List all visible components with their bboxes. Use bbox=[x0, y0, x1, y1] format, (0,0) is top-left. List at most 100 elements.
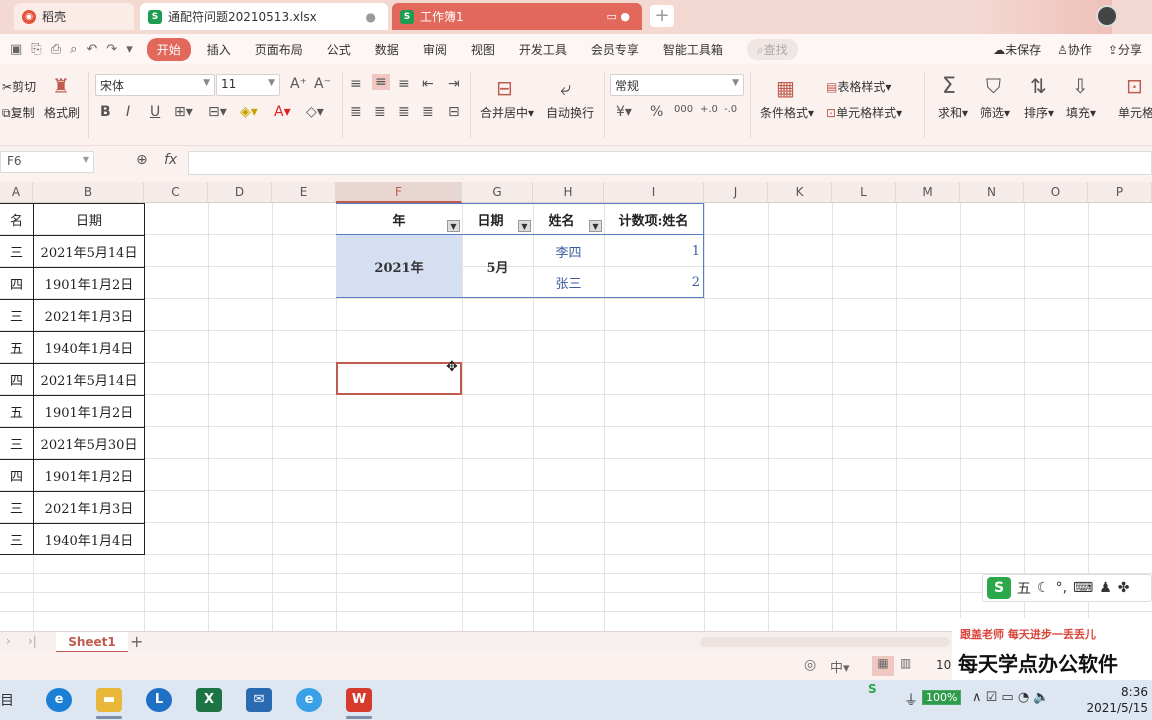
table-cell-b[interactable]: 1901年1月2日 bbox=[33, 459, 145, 492]
distribute-icon[interactable]: ⊟ bbox=[448, 104, 460, 120]
filter-icon[interactable]: ▼ bbox=[447, 220, 460, 232]
table-cell-b[interactable]: 2021年5月30日 bbox=[33, 427, 145, 460]
table-cell-a[interactable]: 四 bbox=[0, 363, 34, 396]
merge-icon[interactable]: ⊟ bbox=[496, 76, 513, 100]
align-center-icon[interactable]: ≣ bbox=[374, 104, 386, 120]
fill-button[interactable]: 填充▾ bbox=[1066, 104, 1096, 121]
table-cell-b[interactable]: 1901年1月2日 bbox=[33, 395, 145, 428]
column-header-a[interactable]: A bbox=[0, 182, 33, 203]
pivot-month-cell[interactable]: 5月 bbox=[462, 235, 533, 298]
file-explorer-icon[interactable]: ▬ bbox=[96, 688, 122, 712]
column-header-n[interactable]: N bbox=[960, 182, 1024, 203]
punctuation-icon[interactable]: °, bbox=[1056, 580, 1067, 596]
wrap-button[interactable]: 自动换行 bbox=[546, 104, 594, 121]
sum-button[interactable]: 求和▾ bbox=[938, 104, 968, 121]
cut-button[interactable]: ✂剪切 bbox=[2, 78, 36, 95]
tab-daoke[interactable]: ◉ 稻壳 bbox=[14, 3, 134, 30]
sogou-icon[interactable]: S bbox=[987, 577, 1011, 599]
table-cell-a[interactable]: 三 bbox=[0, 235, 34, 268]
more-icon[interactable]: ▾ bbox=[126, 42, 133, 57]
table-cell-b[interactable]: 2021年5月14日 bbox=[33, 235, 145, 268]
sort-icon[interactable]: ⇅ bbox=[1030, 74, 1047, 98]
tab-workbook[interactable]: S 工作簿1 ▭ ● bbox=[392, 3, 642, 30]
zoom-icon[interactable]: ⊕ bbox=[136, 152, 148, 168]
sogou-tray-icon[interactable]: S bbox=[868, 682, 877, 696]
table-cell-a[interactable]: 五 bbox=[0, 395, 34, 428]
column-header-o[interactable]: O bbox=[1024, 182, 1088, 203]
unsaved-button[interactable]: ☁未保存 bbox=[993, 41, 1041, 58]
pivot-count-cell[interactable]: 1 bbox=[604, 235, 704, 267]
align-middle-icon[interactable]: ≡ bbox=[372, 74, 390, 90]
number-format-select[interactable]: 常规 ▼ bbox=[610, 74, 744, 96]
column-header-f[interactable]: F bbox=[336, 182, 462, 203]
column-header-b[interactable]: B bbox=[33, 182, 144, 203]
window-icon[interactable]: ▭ ● bbox=[607, 10, 631, 23]
share-button[interactable]: ⇪分享 bbox=[1108, 41, 1142, 58]
menu-review[interactable]: 审阅 bbox=[423, 41, 447, 58]
table-cell-b[interactable]: 2021年1月3日 bbox=[33, 491, 145, 524]
cond-format-button[interactable]: 条件格式▾ bbox=[760, 104, 814, 121]
battery-indicator[interactable]: 100% bbox=[922, 690, 962, 705]
menu-data[interactable]: 数据 bbox=[375, 41, 399, 58]
shrink-font-icon[interactable]: A⁻ bbox=[314, 76, 331, 92]
table-cell-b[interactable]: 2021年5月14日 bbox=[33, 363, 145, 396]
tab-file[interactable]: S 通配符问题20210513.xlsx ● bbox=[140, 3, 388, 30]
eye-icon[interactable]: ◎ bbox=[804, 657, 816, 673]
pivot-count-cell[interactable]: 2 bbox=[604, 267, 704, 298]
column-header-j[interactable]: J bbox=[704, 182, 768, 203]
table-cell-a[interactable]: 三 bbox=[0, 299, 34, 332]
normal-view-icon[interactable]: ▦ bbox=[872, 656, 894, 676]
avatar[interactable] bbox=[1096, 5, 1118, 27]
table-cell-b[interactable]: 2021年1月3日 bbox=[33, 299, 145, 332]
column-header-d[interactable]: D bbox=[208, 182, 272, 203]
table-cell-b[interactable]: 1940年1月4日 bbox=[33, 523, 145, 555]
collaborate-button[interactable]: ♙协作 bbox=[1057, 41, 1092, 58]
preview-icon[interactable]: ⌕ bbox=[70, 42, 77, 57]
pivot-header-year[interactable]: 年 ▼ bbox=[336, 203, 462, 235]
column-header-e[interactable]: E bbox=[272, 182, 336, 203]
menu-home[interactable]: 开始 bbox=[146, 37, 191, 61]
indent-increase-icon[interactable]: ⇥ bbox=[448, 76, 460, 92]
increase-decimal-icon[interactable]: +.0 bbox=[700, 104, 718, 115]
table-style-button[interactable]: ▤表格样式▾ bbox=[826, 78, 891, 95]
align-top-icon[interactable]: ≡ bbox=[350, 76, 362, 92]
pivot-year-cell[interactable]: 2021年 bbox=[336, 235, 462, 298]
pivot-header-name[interactable]: 姓名 ▼ bbox=[533, 203, 604, 235]
selected-cell-f6[interactable] bbox=[336, 362, 462, 395]
pivot-name-cell[interactable]: 李四 bbox=[533, 235, 604, 267]
dropdown-icon[interactable]: ▼ bbox=[589, 220, 602, 232]
close-icon[interactable]: ● bbox=[366, 10, 376, 24]
header-cell-name[interactable]: 名 bbox=[0, 203, 34, 236]
task-view-icon[interactable]: 目 bbox=[0, 690, 14, 710]
cell-icon[interactable]: ⊡ bbox=[1126, 74, 1143, 98]
cell-button[interactable]: 单元格 bbox=[1118, 104, 1152, 121]
open-icon[interactable]: ⎘ bbox=[31, 42, 41, 57]
menu-page-layout[interactable]: 页面布局 bbox=[255, 41, 303, 58]
edge-icon[interactable]: e bbox=[46, 688, 72, 712]
ie-icon[interactable]: e bbox=[296, 688, 322, 712]
tray-icons[interactable]: ∧ ☑ ▭ ◔ 🔈 bbox=[972, 690, 1050, 705]
keyboard-icon[interactable]: ⌨ bbox=[1073, 580, 1093, 596]
page-view-icon[interactable]: ▥ bbox=[900, 656, 911, 670]
sheet-tab-sheet1[interactable]: Sheet1 bbox=[56, 632, 128, 653]
thousands-icon[interactable]: 000 bbox=[674, 104, 693, 115]
horizontal-scrollbar[interactable] bbox=[700, 637, 950, 647]
bold-icon[interactable]: B bbox=[100, 104, 111, 120]
italic-icon[interactable]: I bbox=[126, 104, 130, 120]
merge-center-button[interactable]: 合并居中▾ bbox=[480, 104, 534, 121]
column-header-k[interactable]: K bbox=[768, 182, 832, 203]
clear-icon[interactable]: ◇▾ bbox=[306, 104, 324, 120]
table-cell-b[interactable]: 1940年1月4日 bbox=[33, 331, 145, 364]
justify-icon[interactable]: ≣ bbox=[422, 104, 434, 120]
column-header-c[interactable]: C bbox=[144, 182, 208, 203]
center-icon[interactable]: 中▾ bbox=[830, 657, 850, 676]
column-header-g[interactable]: G bbox=[462, 182, 533, 203]
fill-color-icon[interactable]: ◈▾ bbox=[240, 104, 258, 120]
table-cell-a[interactable]: 三 bbox=[0, 427, 34, 460]
grid-icon[interactable]: ✤ bbox=[1118, 580, 1130, 596]
last-sheet-icon[interactable]: ›| bbox=[28, 634, 37, 648]
zoom-level[interactable]: 10 bbox=[936, 658, 951, 672]
excel-icon[interactable]: X bbox=[196, 688, 222, 712]
align-right-icon[interactable]: ≣ bbox=[398, 104, 410, 120]
spreadsheet-grid[interactable]: 名 日期 三 2021年5月14日 四 1901年1月2日 三 2021年1月3… bbox=[0, 203, 1152, 631]
